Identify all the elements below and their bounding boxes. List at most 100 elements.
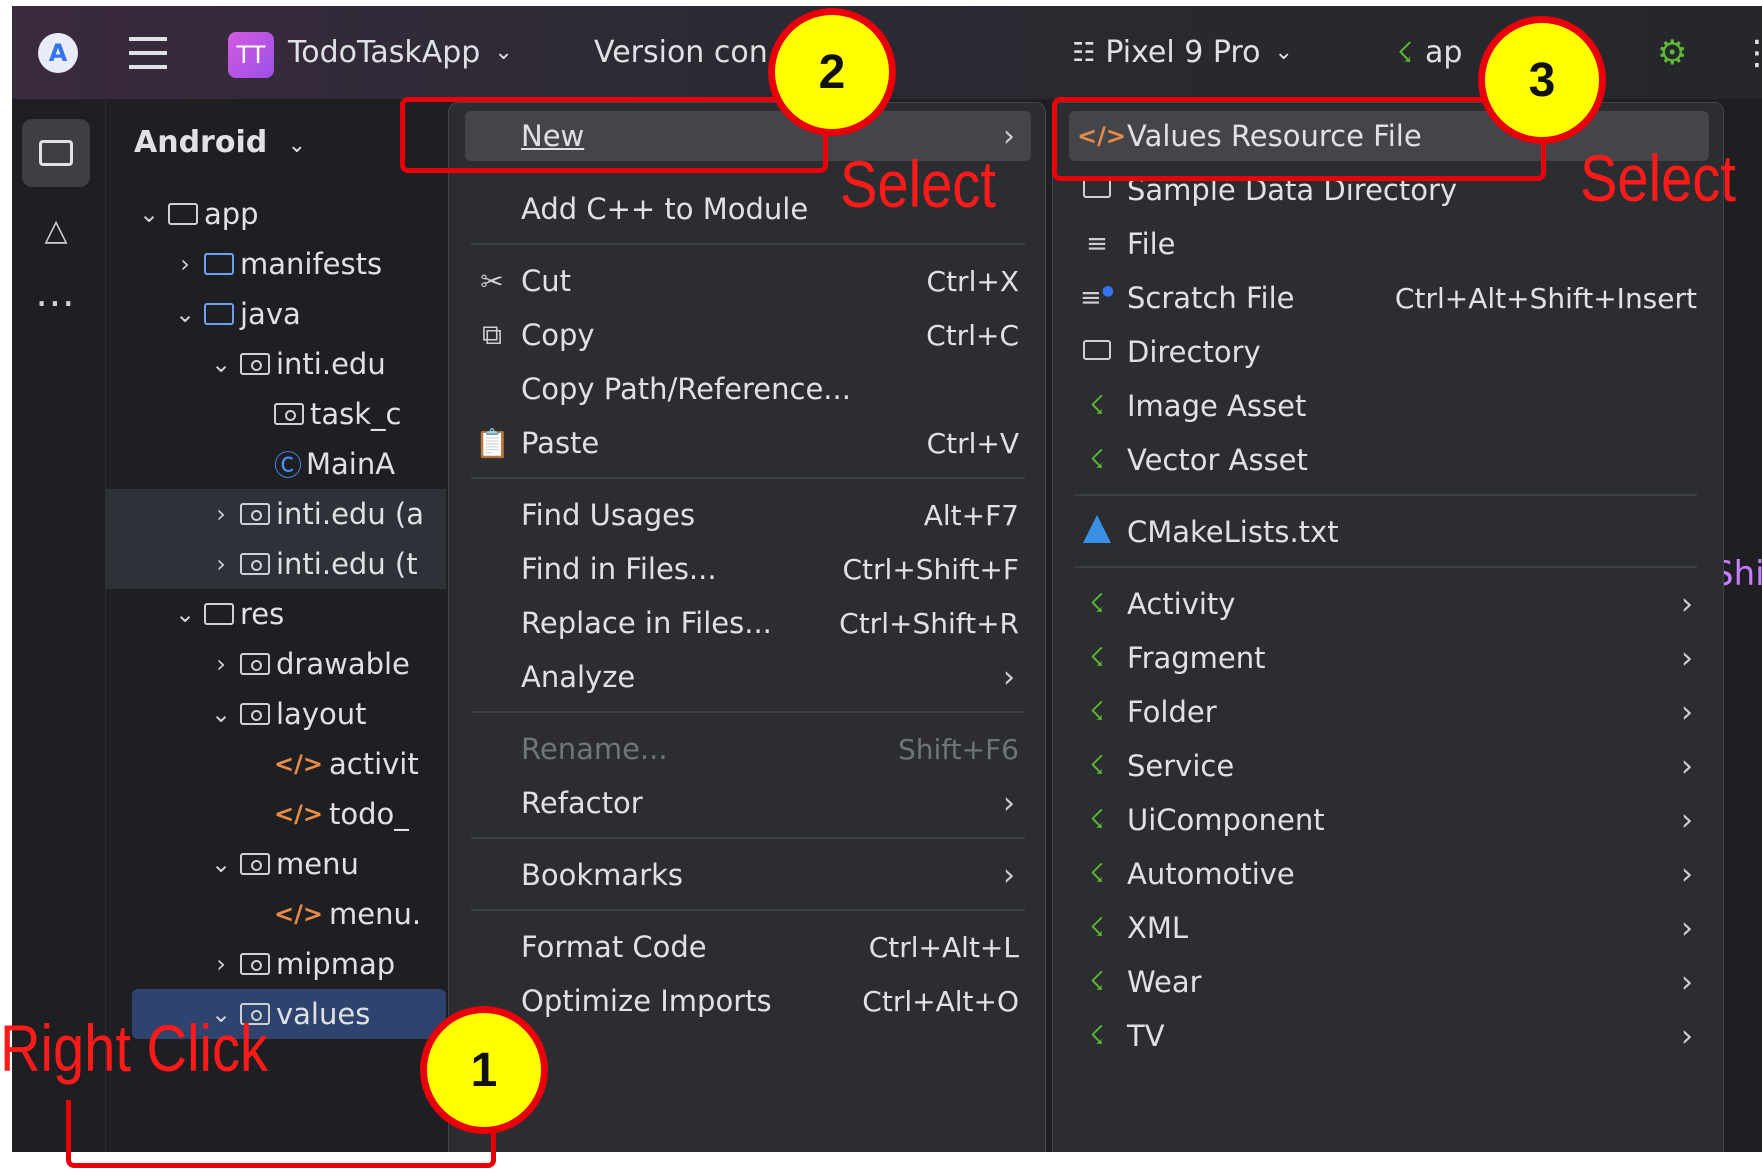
main-menu-icon[interactable] [128, 6, 168, 99]
submenu-item-image-asset[interactable]: ☇ Image Asset [1069, 381, 1709, 431]
more-vertical-icon[interactable]: ⋮ [1740, 6, 1762, 99]
structure-icon[interactable]: △ [22, 196, 90, 264]
xml-file-icon: </> [274, 900, 323, 928]
tree-label: MainA [306, 447, 396, 481]
menu-item-find-usages[interactable]: Find Usages Alt+F7 [465, 490, 1031, 540]
chevron-down-icon: ⌄ [494, 40, 513, 65]
package-icon [274, 403, 304, 425]
tree-row-app[interactable]: ⌄ app [106, 189, 446, 239]
chevron-down-icon: ⌄ [210, 700, 232, 728]
cmake-icon [1077, 514, 1117, 550]
step-badge-2: 2 [768, 8, 896, 136]
menu-item-rename[interactable]: Rename... Shift+F6 [465, 724, 1031, 774]
submenu-item-directory[interactable]: Directory [1069, 327, 1709, 377]
submenu-item-uicomponent[interactable]: ☇ UiComponent › [1069, 795, 1709, 845]
android-icon: ☇ [1089, 1021, 1105, 1051]
project-badge[interactable]: TT [228, 32, 274, 78]
submenu-item-xml[interactable]: ☇ XML › [1069, 903, 1709, 953]
submenu-separator [1075, 566, 1697, 568]
annotation-select-text-2: Select [840, 147, 996, 221]
android-icon: ☇ [1089, 391, 1105, 421]
submenu-item-activity[interactable]: ☇ Activity › [1069, 579, 1709, 629]
menu-label: Replace in Files... [521, 606, 772, 640]
menu-label: Refactor [521, 786, 643, 820]
submenu-item-cmakelists[interactable]: CMakeLists.txt [1069, 507, 1709, 557]
menu-item-paste[interactable]: 📋 Paste Ctrl+V [465, 418, 1031, 468]
submenu-label: Image Asset [1127, 389, 1307, 423]
tree-row-main-activity[interactable]: Ⓒ MainA [106, 439, 446, 489]
tree-row-package[interactable]: ⌄ inti.edu [106, 339, 446, 389]
tree-row-task-package[interactable]: task_c [106, 389, 446, 439]
submenu-item-vector-asset[interactable]: ☇ Vector Asset [1069, 435, 1709, 485]
project-selector[interactable]: TodoTaskApp ⌄ [288, 6, 513, 99]
vcs-widget[interactable]: Version con [594, 6, 768, 99]
submenu-item-folder[interactable]: ☇ Folder › [1069, 687, 1709, 737]
folder-icon [240, 653, 270, 675]
menu-item-bookmarks[interactable]: Bookmarks › [465, 850, 1031, 900]
scissors-icon: ✂ [480, 264, 504, 298]
submenu-item-scratch-file[interactable]: ≡● Scratch File Ctrl+Alt+Shift+Insert [1069, 273, 1709, 323]
chevron-right-icon: › [1003, 659, 1015, 695]
chevron-right-icon: › [1681, 694, 1693, 730]
menu-item-copy[interactable]: ⧉ Copy Ctrl+C [465, 310, 1031, 360]
menu-item-optimize-imports[interactable]: Optimize Imports Ctrl+Alt+O [465, 976, 1031, 1026]
chevron-right-icon: › [1003, 785, 1015, 821]
xml-file-icon: </> [274, 750, 323, 778]
menu-separator [471, 243, 1025, 245]
menu-shortcut: Ctrl+Shift+F [842, 552, 1020, 586]
annotation-box-values-resource-file [1052, 97, 1546, 181]
submenu-separator [1075, 494, 1697, 496]
submenu-item-wear[interactable]: ☇ Wear › [1069, 957, 1709, 1007]
menu-item-replace-in-files[interactable]: Replace in Files... Ctrl+Shift+R [465, 598, 1031, 648]
submenu-item-automotive[interactable]: ☇ Automotive › [1069, 849, 1709, 899]
submenu-label: CMakeLists.txt [1127, 515, 1339, 549]
menu-item-find-in-files[interactable]: Find in Files... Ctrl+Shift+F [465, 544, 1031, 594]
menu-item-analyze[interactable]: Analyze › [465, 652, 1031, 702]
menu-shortcut: Ctrl+Alt+O [862, 984, 1019, 1018]
submenu-label: Folder [1127, 695, 1217, 729]
menu-item-copy-path[interactable]: Copy Path/Reference... [465, 364, 1031, 414]
tree-row-drawable[interactable]: › drawable [106, 639, 446, 689]
menu-shortcut: Ctrl+V [926, 426, 1019, 460]
menu-separator [471, 477, 1025, 479]
tree-row-manifests[interactable]: › manifests [106, 239, 446, 289]
tree-row-menu[interactable]: ⌄ menu [106, 839, 446, 889]
tree-row-activity-xml[interactable]: </> activit [106, 739, 446, 789]
submenu-item-service[interactable]: ☇ Service › [1069, 741, 1709, 791]
chevron-down-icon: ⌄ [210, 850, 232, 878]
menu-item-refactor[interactable]: Refactor › [465, 778, 1031, 828]
run-config-selector[interactable]: ☇ ap [1397, 6, 1462, 99]
submenu-item-tv[interactable]: ☇ TV › [1069, 1011, 1709, 1061]
chevron-right-icon: › [1003, 857, 1015, 893]
xml-file-icon: </> [274, 800, 323, 828]
annotation-box-new [400, 97, 828, 173]
folder-icon [204, 303, 234, 325]
tree-row-todo-xml[interactable]: </> todo_ [106, 789, 446, 839]
tree-row-java[interactable]: ⌄ java [106, 289, 446, 339]
submenu-label: Automotive [1127, 857, 1295, 891]
more-horizontal-icon[interactable]: ⋯ [22, 269, 90, 337]
tree-row-layout[interactable]: ⌄ layout [106, 689, 446, 739]
chevron-down-icon: ⌄ [174, 600, 196, 628]
submenu-item-fragment[interactable]: ☇ Fragment › [1069, 633, 1709, 683]
tree-row-package-test[interactable]: › inti.edu (t [106, 539, 446, 589]
menu-item-cut[interactable]: ✂ Cut Ctrl+X [465, 256, 1031, 306]
tree-row-package-android-test[interactable]: › inti.edu (a [106, 489, 446, 539]
menu-separator [471, 837, 1025, 839]
tree-label: inti.edu [276, 347, 386, 381]
project-view-selector[interactable]: Android ⌄ [134, 125, 306, 160]
menu-item-format-code[interactable]: Format Code Ctrl+Alt+L [465, 922, 1031, 972]
tree-row-mipmap[interactable]: › mipmap [106, 939, 446, 989]
chevron-right-icon: › [1681, 964, 1693, 1000]
tree-row-menu-xml[interactable]: </> menu. [106, 889, 446, 939]
tree-row-res[interactable]: ⌄ res [106, 589, 446, 639]
project-tool-folder-icon[interactable] [22, 119, 90, 187]
submenu-label: Directory [1127, 335, 1261, 369]
chevron-right-icon: › [1681, 748, 1693, 784]
device-selector[interactable]: ☷ Pixel 9 Pro ⌄ [1072, 6, 1293, 99]
submenu-item-file[interactable]: ≡ File [1069, 219, 1709, 269]
android-studio-logo-icon[interactable]: A [38, 33, 78, 73]
menu-separator [471, 909, 1025, 911]
debug-icon[interactable]: ⚙ [1657, 6, 1687, 99]
menu-label: Format Code [521, 930, 707, 964]
